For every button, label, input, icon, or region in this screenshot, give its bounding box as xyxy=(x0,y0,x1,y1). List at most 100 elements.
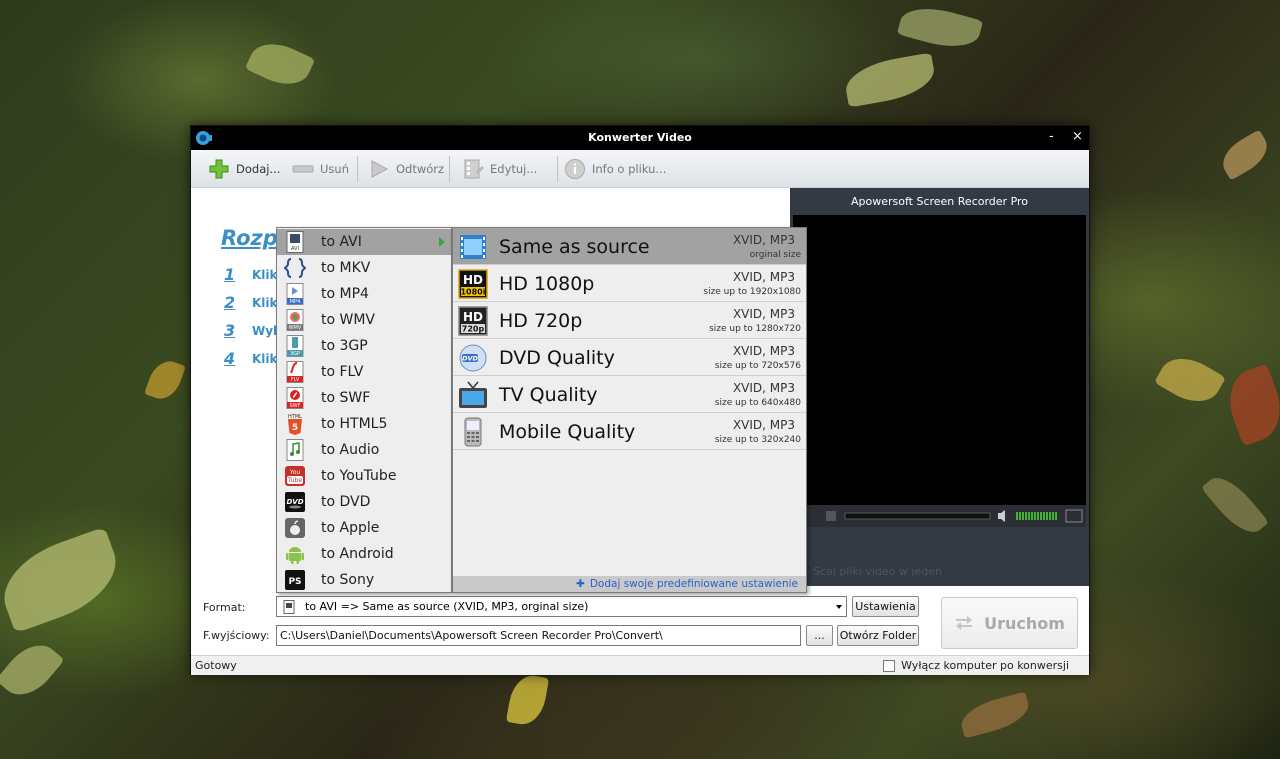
add-button[interactable]: Dodaj... xyxy=(207,156,280,182)
svg-text:SWF: SWF xyxy=(290,403,301,409)
html5-icon: HTML 5 xyxy=(283,413,307,435)
plus-icon xyxy=(207,157,231,181)
output-folder-input[interactable] xyxy=(276,625,801,646)
svg-text:DVD: DVD xyxy=(286,498,303,506)
quality-menu: Same as source XVID, MP3 orginal size HD… xyxy=(452,227,807,593)
svg-text:PS: PS xyxy=(288,577,301,587)
settings-button[interactable]: Ustawienia xyxy=(852,596,919,617)
minus-icon xyxy=(291,157,315,181)
svg-text:AVI: AVI xyxy=(291,246,299,252)
toolbar-separator xyxy=(557,156,558,182)
format-item-sony[interactable]: PS to Sony xyxy=(277,567,451,593)
format-item-youtube[interactable]: You Tube to YouTube xyxy=(277,463,451,489)
play-button[interactable]: Odtwórz xyxy=(367,156,444,182)
toolbar-separator xyxy=(449,156,450,182)
shutdown-option: Wyłącz komputer po konwersji xyxy=(883,659,1069,672)
svg-text:3GP: 3GP xyxy=(290,351,300,357)
preview-panel: Apowersoft Screen Recorder Pro Scal plik… xyxy=(790,188,1089,586)
status-bar: Gotowy Wyłącz komputer po konwersji xyxy=(191,655,1089,675)
format-item-wmv[interactable]: WMV to WMV xyxy=(277,307,451,333)
remove-button[interactable]: Usuń xyxy=(291,156,349,182)
file-info-button[interactable]: Info o pliku... xyxy=(563,156,666,182)
format-item-html5[interactable]: HTML 5 to HTML5 xyxy=(277,411,451,437)
status-text: Gotowy xyxy=(195,659,237,672)
window-title: Konwerter Video xyxy=(588,131,692,144)
wmv-icon: WMV xyxy=(283,309,307,331)
svg-text:You: You xyxy=(289,469,301,476)
plus-icon: ✚ xyxy=(576,578,585,590)
stop-icon xyxy=(826,511,836,521)
svg-text:DVD: DVD xyxy=(462,355,478,363)
welcome-title: Rozp xyxy=(221,226,278,250)
film-icon xyxy=(458,232,488,262)
minimize-button[interactable]: - xyxy=(1049,129,1054,144)
output-folder-label: F.wyjściowy: xyxy=(203,629,270,642)
svg-text:MP4: MP4 xyxy=(290,299,301,305)
svg-text:Tube: Tube xyxy=(287,477,302,484)
mobile-phone-icon xyxy=(458,417,488,447)
quality-item-tv[interactable]: TV Quality XVID, MP3 size up to 640x480 xyxy=(453,376,806,413)
avi-file-icon xyxy=(283,599,297,614)
svg-text:HD: HD xyxy=(463,310,483,324)
edit-button[interactable]: Edytuj... xyxy=(461,156,537,182)
format-item-flv[interactable]: FLV to FLV xyxy=(277,359,451,385)
music-note-icon xyxy=(283,439,307,461)
android-icon xyxy=(283,543,307,565)
svg-text:WMV: WMV xyxy=(289,325,302,331)
format-item-3gp[interactable]: 3GP to 3GP xyxy=(277,333,451,359)
volume-icon xyxy=(998,510,1005,522)
quality-item-hd-1080p[interactable]: HD 1080i HD 1080p XVID, MP3 size up to 19… xyxy=(453,265,806,302)
open-folder-button[interactable]: Otwórz Folder xyxy=(837,625,919,646)
apple-icon xyxy=(283,517,307,539)
format-item-android[interactable]: to Android xyxy=(277,541,451,567)
play-icon xyxy=(367,157,391,181)
svg-text:1080i: 1080i xyxy=(460,288,485,297)
welcome-step: 3 Wyb xyxy=(224,321,282,340)
format-item-mp4[interactable]: MP4 to MP4 xyxy=(277,281,451,307)
youtube-icon: You Tube xyxy=(283,465,307,487)
svg-text:HD: HD xyxy=(463,273,483,287)
player-controls xyxy=(793,505,1086,527)
format-label: Format: xyxy=(203,601,246,614)
format-item-dvd[interactable]: DVD to DVD xyxy=(277,489,451,515)
format-item-swf[interactable]: SWF to SWF xyxy=(277,385,451,411)
hd-720-icon: HD 720p xyxy=(458,306,488,336)
mp4-icon: MP4 xyxy=(283,283,307,305)
film-edit-icon xyxy=(461,157,485,181)
format-item-avi[interactable]: AVI to AVI xyxy=(277,229,451,255)
quality-item-hd-720p[interactable]: HD 720p HD 720p XVID, MP3 size up to 1280… xyxy=(453,302,806,339)
quality-item-mobile[interactable]: Mobile Quality XVID, MP3 size up to 320x… xyxy=(453,413,806,450)
format-menu: AVI to AVI to MKV MP4 to MP4 WMV to WMV … xyxy=(276,227,452,593)
add-custom-preset-link[interactable]: ✚ Dodaj swoje predefiniowane ustawienie xyxy=(453,576,806,592)
merge-videos-link[interactable]: Scal pliki video w jeden xyxy=(813,565,942,578)
convert-arrows-icon xyxy=(954,614,974,632)
shutdown-checkbox[interactable] xyxy=(883,659,896,672)
quality-item-same-as-source[interactable]: Same as source XVID, MP3 orginal size xyxy=(453,228,806,265)
preview-screen xyxy=(793,215,1086,505)
browse-button[interactable]: ... xyxy=(806,625,833,646)
hd-1080-icon: HD 1080i xyxy=(458,269,488,299)
playstation-icon: PS xyxy=(283,569,307,591)
preview-title: Apowersoft Screen Recorder Pro xyxy=(850,195,1029,208)
info-icon xyxy=(563,157,587,181)
format-select[interactable]: to AVI => Same as source (XVID, MP3, org… xyxy=(276,596,847,617)
flv-icon: FLV xyxy=(283,361,307,383)
3gp-icon: 3GP xyxy=(283,335,307,357)
format-item-apple[interactable]: to Apple xyxy=(277,515,451,541)
format-item-audio[interactable]: to Audio xyxy=(277,437,451,463)
tv-icon xyxy=(458,380,488,410)
mkv-icon xyxy=(283,257,307,279)
dvd-icon: DVD xyxy=(283,491,307,513)
toolbar: Dodaj... Usuń Odtwórz Edytuj... Info o p… xyxy=(191,150,1089,188)
toolbar-separator xyxy=(357,156,358,182)
format-item-mkv[interactable]: to MKV xyxy=(277,255,451,281)
dvd-disc-icon: DVD xyxy=(458,343,488,373)
svg-text:5: 5 xyxy=(292,423,298,433)
quality-item-dvd[interactable]: DVD DVD Quality XVID, MP3 size up to 720… xyxy=(453,339,806,376)
close-button[interactable]: × xyxy=(1072,129,1083,144)
run-button[interactable]: Uruchom xyxy=(941,597,1078,649)
fullscreen-icon xyxy=(1065,509,1083,523)
avi-icon: AVI xyxy=(283,231,307,253)
title-bar: Konwerter Video - × xyxy=(191,126,1089,150)
svg-text:720p: 720p xyxy=(462,325,485,334)
